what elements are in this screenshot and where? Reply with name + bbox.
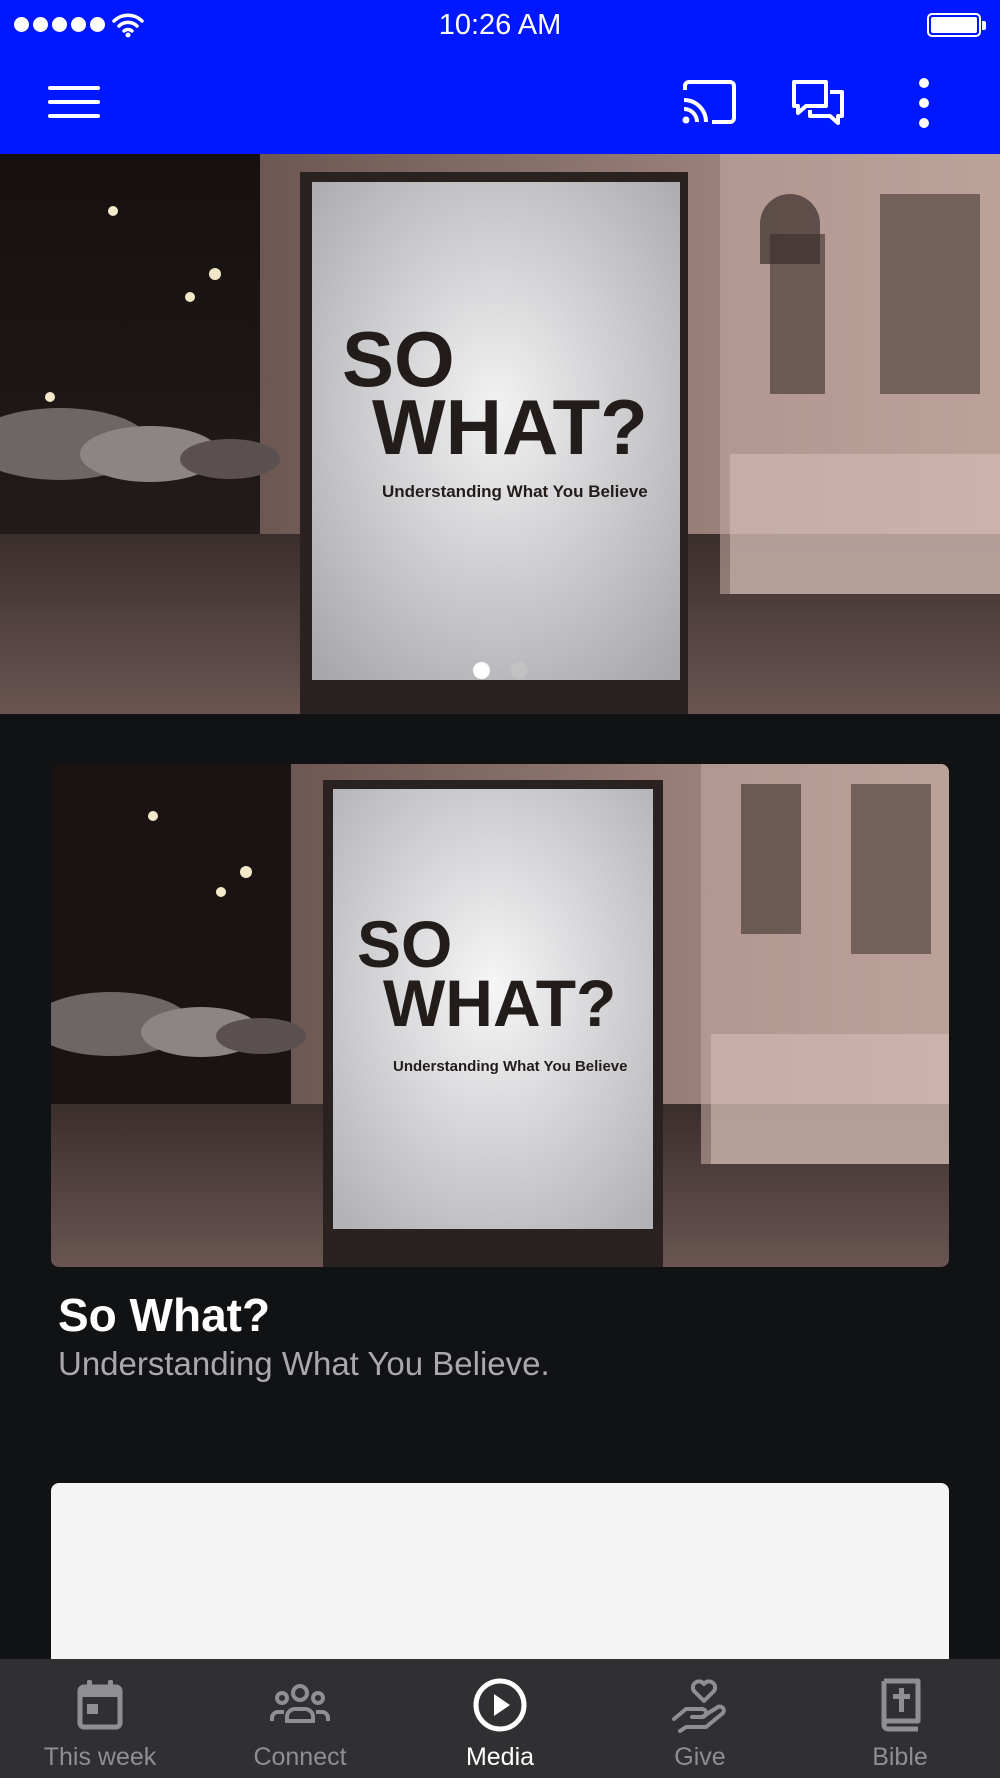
- carousel-dot-1[interactable]: [472, 662, 490, 679]
- hero-poster-subtitle: Understanding What You Believe: [382, 482, 648, 501]
- tab-label-bible: Bible: [872, 1743, 928, 1771]
- status-bar: 10:26 AM: [0, 0, 1000, 50]
- app-bar: [0, 50, 1000, 154]
- card-poster-subtitle: Understanding What You Believe: [393, 1058, 627, 1075]
- heart-hand-icon: [672, 1679, 726, 1733]
- more-vertical-icon[interactable]: [912, 76, 936, 130]
- battery-icon: [927, 13, 981, 37]
- carousel-dot-2[interactable]: [510, 662, 528, 679]
- tab-label-this-week: This week: [43, 1743, 157, 1771]
- play-circle-icon: [473, 1678, 527, 1732]
- hero-poster-title-2: WHAT?: [372, 383, 648, 471]
- status-time: 10:26 AM: [438, 9, 562, 41]
- bottom-tab-bar: This week Connect Media Give Bible: [0, 1659, 1000, 1778]
- calendar-icon: [77, 1680, 123, 1730]
- carousel-indicator[interactable]: [0, 662, 1000, 679]
- battery-tip: [982, 21, 986, 30]
- series-title[interactable]: So What?: [58, 1288, 270, 1342]
- series-thumbnail: SO WHAT? Understanding What You Believe: [51, 764, 949, 1267]
- tab-this-week[interactable]: This week: [0, 1659, 200, 1778]
- tab-label-give: Give: [674, 1743, 726, 1771]
- tab-bible[interactable]: Bible: [800, 1659, 1000, 1778]
- tab-label-connect: Connect: [253, 1743, 347, 1771]
- tab-label-media: Media: [465, 1743, 535, 1771]
- chat-icon[interactable]: [790, 78, 846, 128]
- tab-media[interactable]: Media: [400, 1659, 600, 1778]
- series-subtitle: Understanding What You Believe.: [58, 1345, 550, 1382]
- tab-connect[interactable]: Connect: [200, 1659, 400, 1778]
- tab-give[interactable]: Give: [600, 1659, 800, 1778]
- cast-icon[interactable]: [680, 78, 738, 126]
- media-card-image[interactable]: SO WHAT? Understanding What You Believe: [51, 764, 949, 1267]
- bible-book-icon: [881, 1678, 921, 1732]
- hero-image: SO WHAT? Understanding What You Believe: [0, 154, 1000, 714]
- card-poster-title-2: WHAT?: [383, 966, 616, 1040]
- hero-banner[interactable]: SO WHAT? Understanding What You Believe: [0, 154, 1000, 714]
- hamburger-menu-icon[interactable]: [46, 82, 102, 122]
- people-group-icon: [270, 1684, 330, 1723]
